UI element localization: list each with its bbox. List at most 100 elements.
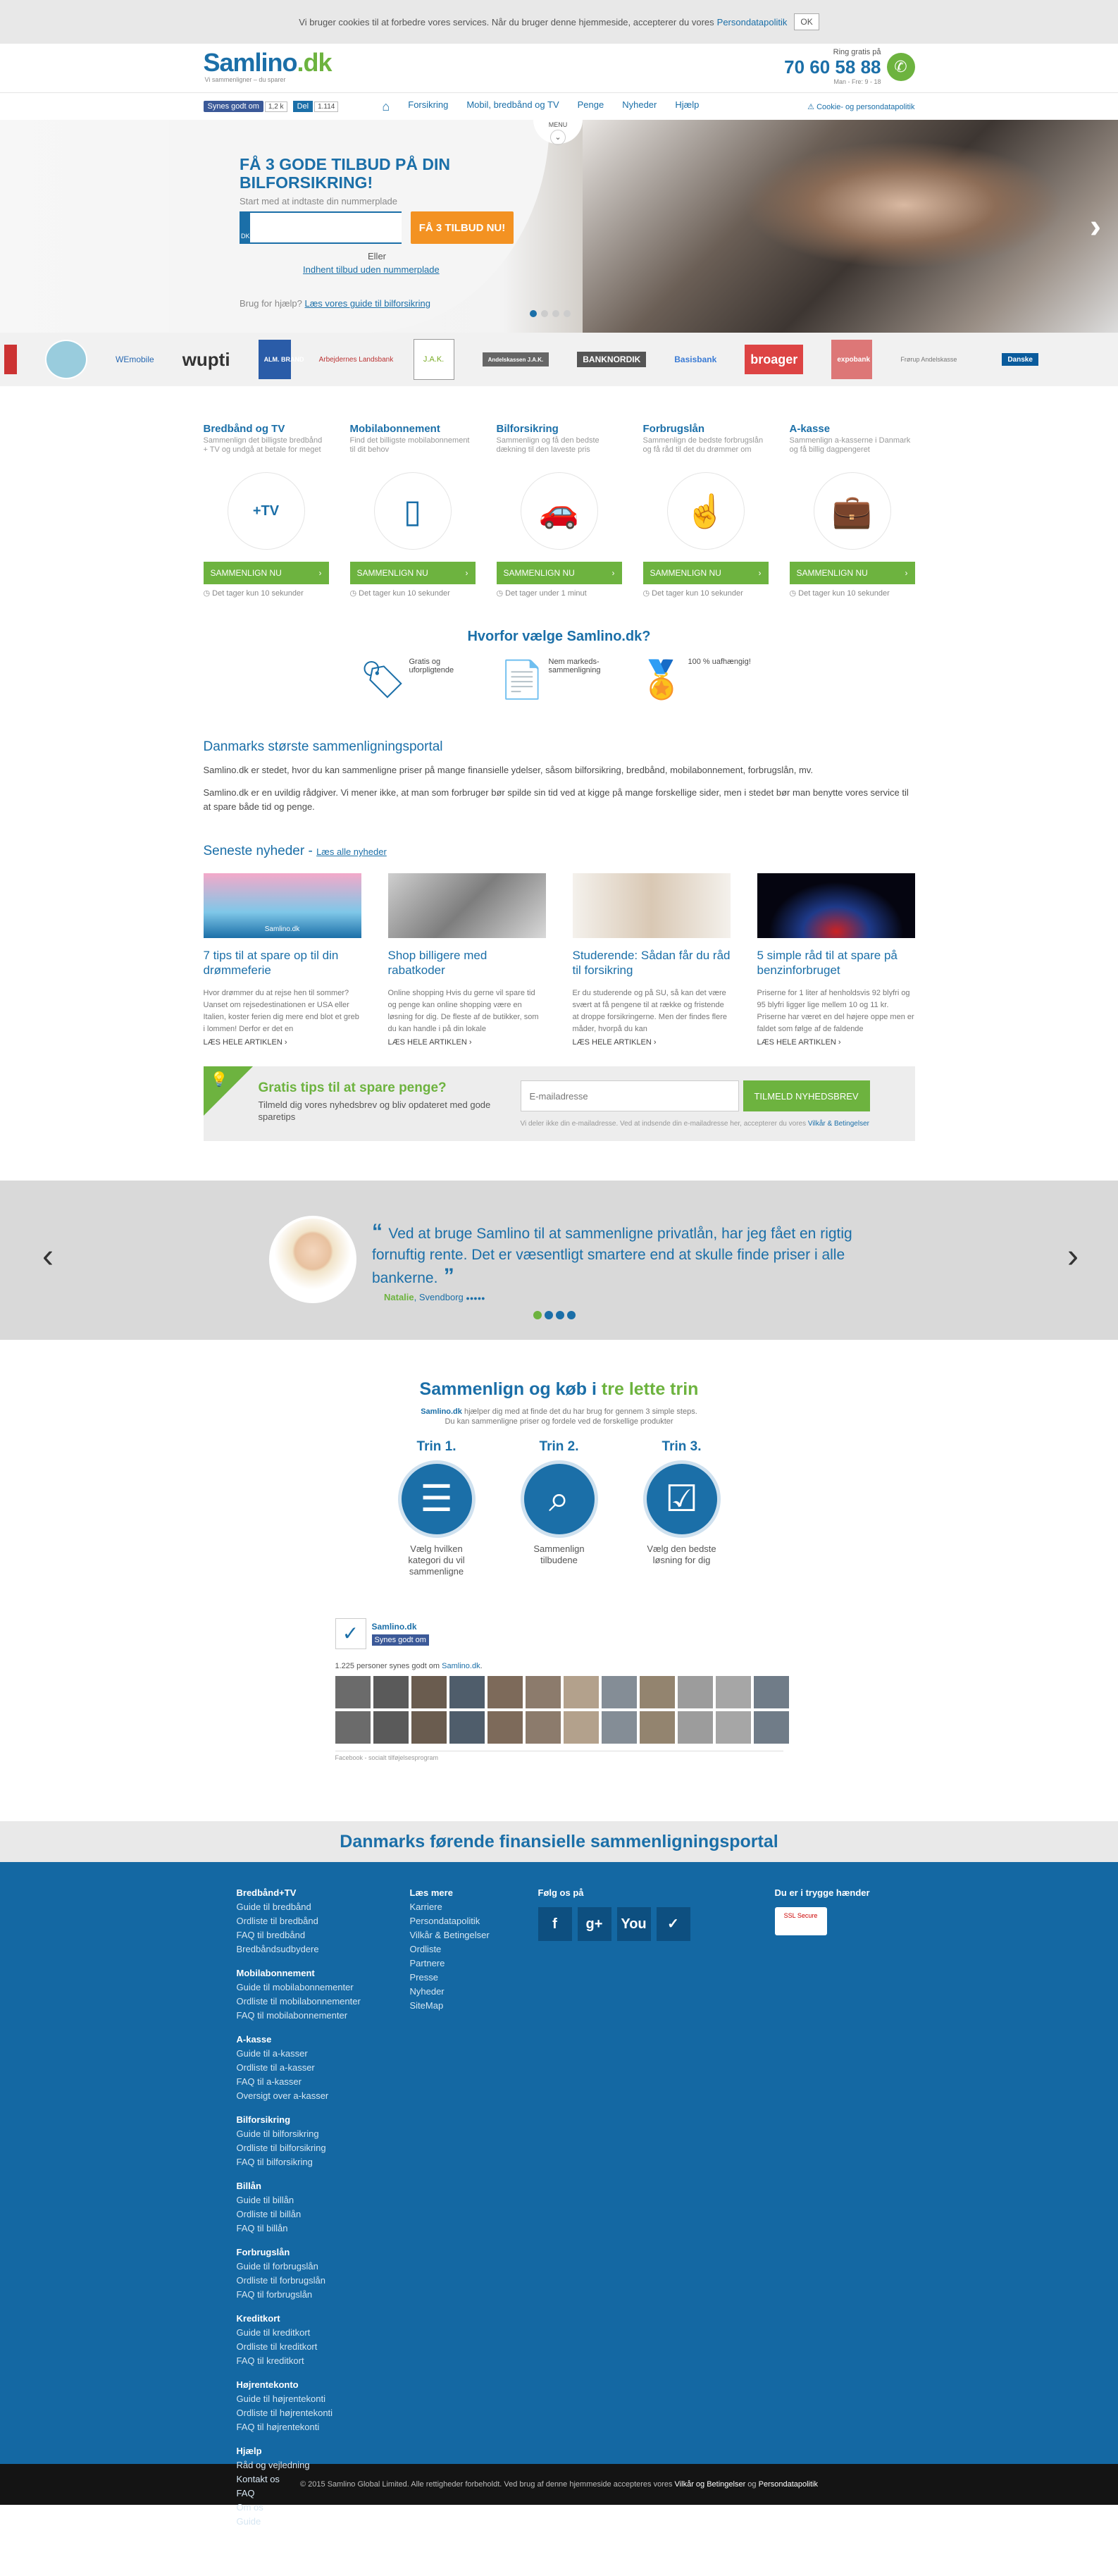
footer-link[interactable]: Ordliste til a-kasser bbox=[237, 2061, 410, 2075]
fb-fan-avatar[interactable] bbox=[715, 1711, 751, 1744]
fb-fan-avatar[interactable] bbox=[411, 1711, 447, 1744]
footer-link[interactable]: Nyheder bbox=[410, 1985, 538, 1999]
footer-link[interactable]: Guide til bredbånd bbox=[237, 1900, 410, 1914]
hero-dot[interactable] bbox=[564, 310, 571, 317]
nav-item-mobil[interactable]: Mobil, bredbånd og TV bbox=[466, 99, 559, 114]
fb-fan-avatar[interactable] bbox=[677, 1676, 713, 1708]
hero-next-arrow-icon[interactable]: › bbox=[1090, 207, 1101, 246]
fb-fan-avatar[interactable] bbox=[525, 1676, 561, 1708]
read-more-link[interactable]: LÆS HELE ARTIKLEN › bbox=[757, 1038, 841, 1047]
footer-link[interactable]: Ordliste til kreditkort bbox=[237, 2340, 410, 2354]
footer-link[interactable]: Karriere bbox=[410, 1900, 538, 1914]
footer-link[interactable]: Ordliste til højrentekonti bbox=[237, 2406, 410, 2420]
article-image[interactable]: Samlino.dk bbox=[203, 873, 361, 938]
chevron-left-icon[interactable]: ‹ bbox=[42, 1237, 54, 1276]
phone-icon[interactable]: ✆ bbox=[886, 52, 915, 81]
footer-link[interactable]: Kontakt os bbox=[237, 2472, 410, 2486]
compare-now-button[interactable]: SAMMENLIGN NU › bbox=[203, 562, 329, 584]
fb-page-name[interactable]: Samlino.dk bbox=[372, 1622, 429, 1632]
chevron-right-icon[interactable]: › bbox=[1067, 1237, 1079, 1276]
nav-item-hjaelp[interactable]: Hjælp bbox=[675, 99, 699, 114]
fb-fan-avatar[interactable] bbox=[677, 1711, 713, 1744]
youtube-icon[interactable]: You bbox=[616, 1907, 651, 1941]
fb-fan-avatar[interactable] bbox=[487, 1676, 523, 1708]
footer-link[interactable]: Guide til a-kasser bbox=[237, 2047, 410, 2061]
footer-link[interactable]: Råd og vejledning bbox=[237, 2458, 410, 2472]
footer-link[interactable]: Guide til højrentekonti bbox=[237, 2392, 410, 2406]
footer-link[interactable]: Ordliste bbox=[410, 1942, 538, 1956]
newsletter-email-input[interactable] bbox=[520, 1080, 739, 1111]
fb-like-button[interactable]: Synes godt om bbox=[371, 1634, 429, 1646]
blog-icon[interactable]: ✓ bbox=[656, 1907, 690, 1941]
footer-link[interactable]: Ordliste til forbrugslån bbox=[237, 2274, 410, 2288]
footer-link[interactable]: FAQ til a-kasser bbox=[237, 2075, 410, 2089]
footer-link[interactable]: SiteMap bbox=[410, 1999, 538, 2013]
testimonial-dot[interactable] bbox=[567, 1311, 576, 1319]
article-image[interactable] bbox=[387, 873, 546, 938]
footer-link[interactable]: Guide til bilforsikring bbox=[237, 2127, 410, 2141]
hero-dot[interactable] bbox=[552, 310, 559, 317]
footer-link[interactable]: Ordliste til bilforsikring bbox=[237, 2141, 410, 2155]
cookie-policy-link[interactable]: Persondatapolitik bbox=[717, 17, 788, 27]
fb-fan-avatar[interactable] bbox=[563, 1711, 599, 1744]
fb-fan-avatar[interactable] bbox=[373, 1676, 409, 1708]
fb-fan-avatar[interactable] bbox=[753, 1711, 789, 1744]
fb-fan-avatar[interactable] bbox=[373, 1711, 409, 1744]
fb-fan-avatar[interactable] bbox=[639, 1711, 675, 1744]
cookie-ok-button[interactable]: OK bbox=[794, 13, 819, 30]
google-plus-icon[interactable]: g+ bbox=[577, 1907, 611, 1941]
article-title[interactable]: 5 simple råd til at spare på benzinforbr… bbox=[757, 948, 915, 978]
footer-link[interactable]: FAQ til bredbånd bbox=[237, 1928, 410, 1942]
terms-link[interactable]: Vilkår & Betingelser bbox=[808, 1120, 869, 1128]
article-image[interactable] bbox=[572, 873, 731, 938]
no-plate-link[interactable]: Indhent tilbud uden nummerplade bbox=[303, 264, 440, 275]
site-logo[interactable]: Samlino.dk bbox=[204, 48, 333, 78]
testimonial-dot[interactable] bbox=[533, 1311, 542, 1319]
nav-item-forsikring[interactable]: Forsikring bbox=[408, 99, 448, 114]
fb-fan-avatar[interactable] bbox=[335, 1676, 371, 1708]
footer-link[interactable]: FAQ til højrentekonti bbox=[237, 2420, 410, 2434]
briefcase-icon[interactable]: 💼 bbox=[814, 473, 890, 549]
fb-fan-avatar[interactable] bbox=[601, 1711, 637, 1744]
license-plate-field[interactable]: DK bbox=[240, 211, 402, 244]
nav-item-penge[interactable]: Penge bbox=[578, 99, 604, 114]
read-more-link[interactable]: LÆS HELE ARTIKLEN › bbox=[204, 1038, 287, 1047]
fb-fan-avatar[interactable] bbox=[449, 1711, 485, 1744]
footer-link[interactable]: Presse bbox=[410, 1971, 538, 1985]
compare-now-button[interactable]: SAMMENLIGN NU › bbox=[349, 562, 476, 584]
footer-link[interactable]: Om os bbox=[237, 2501, 410, 2515]
facebook-icon[interactable]: f bbox=[538, 1907, 572, 1941]
footer-link[interactable]: Vilkår & Betingelser bbox=[410, 1928, 538, 1942]
article-title[interactable]: Studerende: Sådan får du råd til forsikr… bbox=[573, 948, 731, 978]
phone-number[interactable]: 70 60 58 88 bbox=[784, 56, 881, 78]
hero-dot[interactable] bbox=[530, 310, 537, 317]
hero-dot[interactable] bbox=[541, 310, 548, 317]
footer-link[interactable]: Ordliste til mobilabonnementer bbox=[237, 1995, 410, 2009]
fb-fan-avatar[interactable] bbox=[639, 1676, 675, 1708]
fb-fan-avatar[interactable] bbox=[601, 1676, 637, 1708]
footer-link[interactable]: FAQ til kreditkort bbox=[237, 2354, 410, 2368]
footer-link[interactable]: Bredbåndsudbydere bbox=[237, 1942, 410, 1956]
help-guide-link[interactable]: Læs vores guide til bilforsikring bbox=[305, 298, 430, 309]
footer-link[interactable]: FAQ til billån bbox=[237, 2221, 410, 2236]
footer-link[interactable]: FAQ til forbrugslån bbox=[237, 2288, 410, 2302]
fb-fan-avatar[interactable] bbox=[335, 1711, 371, 1744]
footer-link[interactable]: Ordliste til bredbånd bbox=[237, 1914, 410, 1928]
compare-now-button[interactable]: SAMMENLIGN NU › bbox=[496, 562, 622, 584]
cookie-policy-nav-link[interactable]: ⚠ Cookie- og persondatapolitik bbox=[807, 102, 914, 111]
read-more-link[interactable]: LÆS HELE ARTIKLEN › bbox=[388, 1038, 472, 1047]
footer-link[interactable]: Guide bbox=[237, 2515, 410, 2529]
fb-fan-avatar[interactable] bbox=[487, 1711, 523, 1744]
car-icon[interactable]: 🚗 bbox=[521, 473, 597, 549]
all-news-link[interactable]: Læs alle nyheder bbox=[316, 846, 387, 857]
linkedin-share-button[interactable]: Del bbox=[292, 101, 313, 112]
read-more-link[interactable]: LÆS HELE ARTIKLEN › bbox=[573, 1038, 657, 1047]
footer-link[interactable]: FAQ bbox=[237, 2486, 410, 2501]
fb-count-link[interactable]: Samlino.dk bbox=[442, 1662, 480, 1670]
footer-link[interactable]: Guide til forbrugslån bbox=[237, 2260, 410, 2274]
footer-link[interactable]: Guide til mobilabonnementer bbox=[237, 1980, 410, 1995]
samlino-page-icon[interactable]: ✓ bbox=[335, 1618, 366, 1649]
footer-link[interactable]: Guide til kreditkort bbox=[237, 2326, 410, 2340]
fb-fan-avatar[interactable] bbox=[715, 1676, 751, 1708]
footer-link[interactable]: Partnere bbox=[410, 1956, 538, 1971]
